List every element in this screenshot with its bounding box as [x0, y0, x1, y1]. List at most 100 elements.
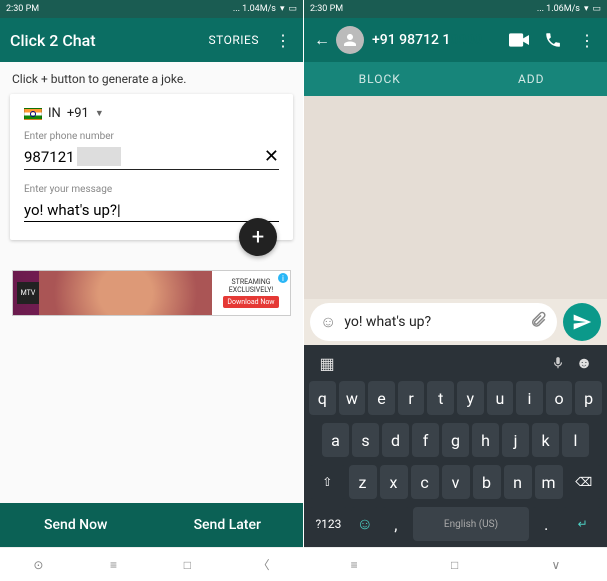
key-k[interactable]: k: [532, 423, 559, 457]
key-s[interactable]: s: [352, 423, 379, 457]
composer-input[interactable]: yo! what's up?: [344, 314, 521, 330]
key-c[interactable]: c: [411, 465, 439, 499]
country-code: IN: [48, 106, 61, 121]
key-backspace[interactable]: ⌫: [566, 465, 603, 499]
key-row-4: ?123 ☺ , English (US) . ↵: [306, 503, 605, 545]
message-label: Enter your message: [24, 184, 279, 195]
block-add-bar: BLOCK ADD: [304, 62, 607, 96]
key-enter[interactable]: ↵: [563, 507, 602, 541]
key-o[interactable]: o: [546, 381, 573, 415]
nav-bar: ≡ □ ∨: [304, 547, 607, 581]
status-bar: 2:30 PM ... 1.04M/s ▾ ▭: [0, 0, 303, 18]
emoji-icon[interactable]: ☺: [320, 312, 336, 332]
key-d[interactable]: d: [382, 423, 409, 457]
key-numbers[interactable]: ?123: [309, 507, 348, 541]
key-row-1: qwertyuiop: [306, 377, 605, 419]
key-row-2: asdfghjkl: [306, 419, 605, 461]
key-u[interactable]: u: [487, 381, 514, 415]
compose-card: IN +91 ▼ Enter phone number 9871210000 ✕…: [10, 94, 293, 240]
ad-line2: EXCLUSIVELY!: [229, 286, 273, 294]
wifi-icon: ▾: [280, 4, 285, 14]
stories-action[interactable]: STORIES: [209, 33, 259, 47]
key-v[interactable]: v: [442, 465, 470, 499]
keyboard: ▦ ☻ qwertyuiop asdfghjkl ⇧zxcvbnm⌫ ?123 …: [304, 345, 607, 547]
add-fab[interactable]: +: [239, 218, 277, 256]
battery-icon: ▭: [592, 4, 601, 14]
ad-line1: STREAMING: [232, 278, 271, 286]
video-call-icon[interactable]: [509, 30, 529, 50]
key-space[interactable]: English (US): [413, 507, 529, 541]
dial-code: +91: [67, 106, 89, 121]
nav-home2-icon[interactable]: □: [184, 558, 191, 572]
status-speed: ... 1.04M/s: [233, 4, 276, 14]
key-e[interactable]: e: [368, 381, 395, 415]
send-now-button[interactable]: Send Now: [0, 503, 152, 547]
key-p[interactable]: p: [575, 381, 602, 415]
key-t[interactable]: t: [427, 381, 454, 415]
ad-image: [39, 271, 212, 315]
add-button[interactable]: ADD: [456, 62, 607, 96]
status-bar: 2:30 PM ... 1.06M/s ▾ ▭: [304, 0, 607, 18]
battery-icon: ▭: [288, 4, 297, 14]
key-x[interactable]: x: [380, 465, 408, 499]
nav-home-icon[interactable]: ≡: [110, 558, 117, 572]
key-w[interactable]: w: [339, 381, 366, 415]
key-y[interactable]: y: [457, 381, 484, 415]
phone-redacted: 0000: [77, 147, 121, 166]
chat-app-bar: ← +91 98712 10000 ⋮: [304, 18, 607, 62]
key-l[interactable]: l: [562, 423, 589, 457]
composer: ☺ yo! what's up?: [304, 299, 607, 345]
key-emoji[interactable]: ☺: [351, 507, 379, 541]
send-button[interactable]: [563, 303, 601, 341]
avatar[interactable]: [336, 26, 364, 54]
message-pill: ☺ yo! what's up?: [310, 303, 557, 341]
key-a[interactable]: a: [322, 423, 349, 457]
bottom-bar: Send Now Send Later: [0, 503, 303, 547]
status-speed: ... 1.06M/s: [537, 4, 580, 14]
ad-download-button[interactable]: Download Now: [223, 296, 278, 308]
key-b[interactable]: b: [473, 465, 501, 499]
clear-icon[interactable]: ✕: [264, 146, 279, 167]
ad-info-icon[interactable]: i: [278, 273, 288, 283]
key-r[interactable]: r: [398, 381, 425, 415]
voice-call-icon[interactable]: [543, 30, 563, 50]
app-title: Click 2 Chat: [10, 31, 197, 50]
more-icon[interactable]: ⋮: [577, 30, 597, 50]
more-icon[interactable]: ⋮: [273, 30, 293, 50]
key-m[interactable]: m: [535, 465, 563, 499]
key-comma[interactable]: ,: [382, 507, 410, 541]
chat-background: [304, 96, 607, 299]
keyboard-grid-icon[interactable]: ▦: [314, 353, 340, 373]
status-time: 2:30 PM: [6, 4, 39, 14]
send-later-button[interactable]: Send Later: [152, 503, 304, 547]
keyboard-smiley-icon[interactable]: ☻: [571, 353, 597, 373]
key-period[interactable]: .: [532, 507, 560, 541]
back-icon[interactable]: ←: [314, 30, 330, 50]
key-j[interactable]: j: [502, 423, 529, 457]
message-input[interactable]: yo! what's up?: [24, 197, 279, 222]
ad-banner[interactable]: MTV STREAMING EXCLUSIVELY! Download Now …: [12, 270, 291, 316]
country-selector[interactable]: IN +91 ▼: [24, 106, 279, 121]
nav-home-icon[interactable]: □: [451, 558, 458, 572]
nav-back-icon[interactable]: ∨: [552, 558, 561, 572]
key-f[interactable]: f: [412, 423, 439, 457]
key-h[interactable]: h: [472, 423, 499, 457]
block-button[interactable]: BLOCK: [304, 62, 456, 96]
nav-bar: ⊙ ≡ □ 〈: [0, 547, 303, 581]
nav-back-icon[interactable]: 〈: [258, 556, 270, 573]
nav-recent-icon[interactable]: ≡: [351, 558, 358, 572]
key-z[interactable]: z: [349, 465, 377, 499]
contact-name[interactable]: +91 98712 10000: [372, 32, 495, 48]
phone-input[interactable]: 987121: [24, 148, 75, 166]
key-q[interactable]: q: [309, 381, 336, 415]
keyboard-mic-icon[interactable]: [545, 353, 571, 373]
hint-text: Click + button to generate a joke.: [0, 62, 303, 94]
key-shift[interactable]: ⇧: [309, 465, 346, 499]
key-n[interactable]: n: [504, 465, 532, 499]
key-i[interactable]: i: [516, 381, 543, 415]
key-g[interactable]: g: [442, 423, 469, 457]
attach-icon[interactable]: [529, 311, 547, 333]
ad-logo: MTV: [17, 282, 39, 304]
chevron-down-icon: ▼: [95, 108, 104, 119]
nav-recent-icon[interactable]: ⊙: [33, 558, 43, 572]
